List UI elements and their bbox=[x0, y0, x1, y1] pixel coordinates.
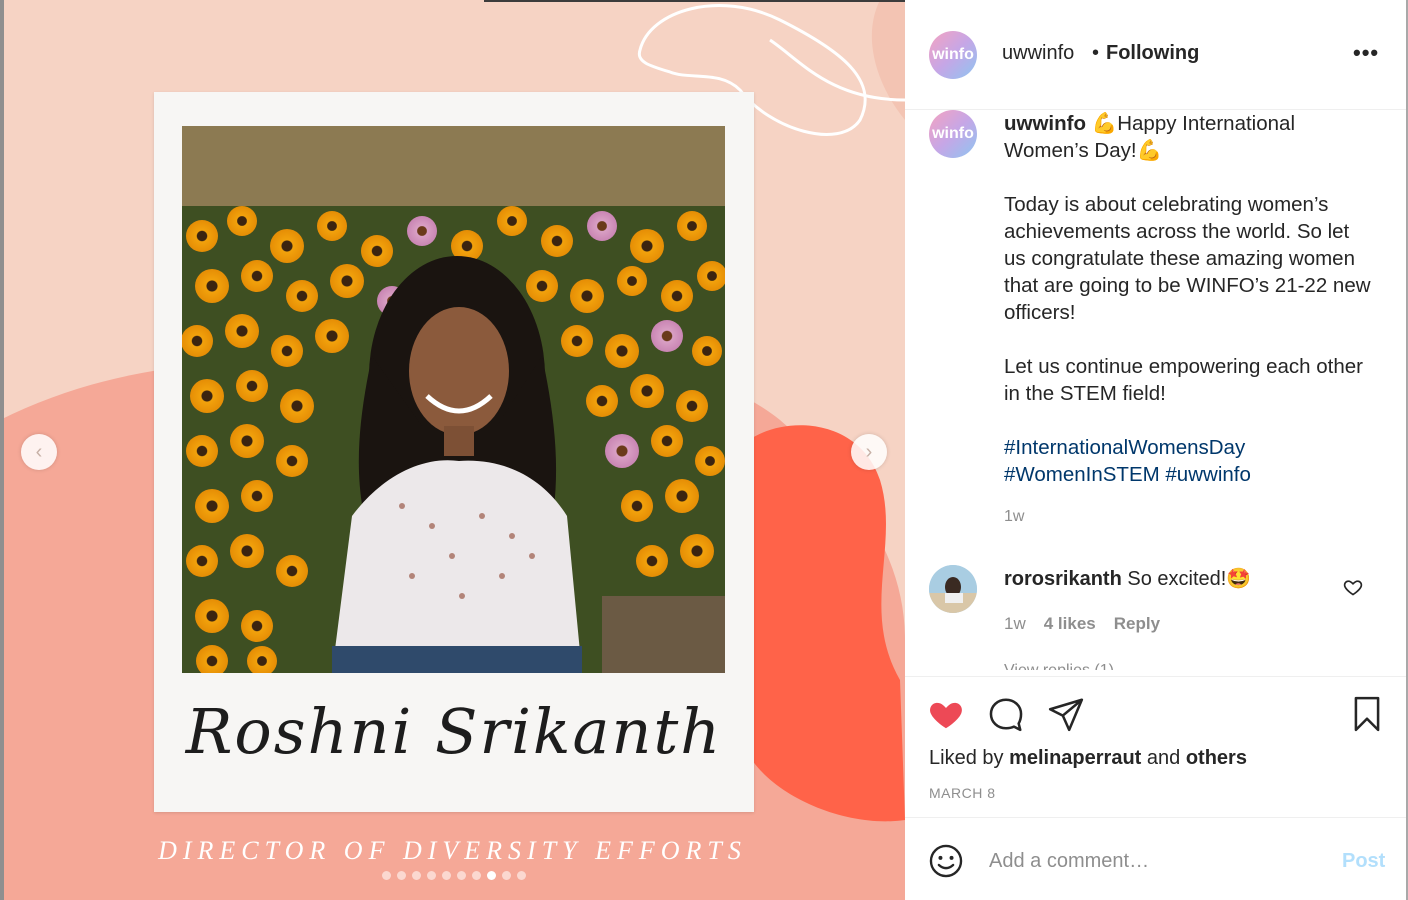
carousel-dot bbox=[472, 871, 481, 880]
bookmark-icon[interactable] bbox=[1348, 695, 1386, 733]
portrait-photo bbox=[182, 126, 725, 673]
separator-dot: • bbox=[1092, 42, 1100, 64]
hashtag-link[interactable]: #uwwinfo bbox=[1165, 463, 1250, 486]
carousel-prev-button[interactable]: ‹ bbox=[21, 434, 57, 470]
share-send-icon[interactable] bbox=[1047, 695, 1085, 733]
carousel-dot bbox=[397, 871, 406, 880]
comment-likes[interactable]: 4 likes bbox=[1044, 614, 1096, 634]
comment-meta: 1w 4 likes Reply bbox=[1004, 614, 1160, 634]
post-sidebar: winfo uwwinfo • Following ••• winfo uwwi… bbox=[905, 0, 1408, 900]
more-options-icon[interactable]: ••• bbox=[1353, 40, 1379, 66]
liked-by-text: Liked by melinaperraut and others bbox=[929, 747, 1247, 770]
emoji-icon[interactable] bbox=[927, 842, 965, 880]
comment-text: rorosrikanth So excited!🤩 bbox=[1004, 566, 1251, 591]
carousel-next-button[interactable]: › bbox=[851, 434, 887, 470]
comment-body: So excited!🤩 bbox=[1127, 568, 1252, 590]
comment-bubble-icon[interactable] bbox=[987, 695, 1025, 733]
avatar[interactable]: winfo bbox=[929, 31, 977, 79]
carousel-dot bbox=[427, 871, 436, 880]
post-button[interactable]: Post bbox=[1342, 850, 1385, 873]
carousel-dot bbox=[382, 871, 391, 880]
add-comment-bar: Post bbox=[905, 818, 1406, 900]
carousel-dot bbox=[442, 871, 451, 880]
carousel-dot bbox=[502, 871, 511, 880]
logo-text: winfo bbox=[932, 46, 974, 63]
caption-paragraph: Today is about celebrating women’s achie… bbox=[1004, 193, 1371, 324]
following-button[interactable]: Following bbox=[1106, 42, 1199, 65]
hashtag-link[interactable]: #InternationalWomensDay bbox=[1004, 436, 1245, 459]
action-bar: Liked by melinaperraut and others MARCH … bbox=[905, 676, 1406, 818]
header-username[interactable]: uwwinfo bbox=[1002, 42, 1074, 65]
signature-name: Roshni Srikanth bbox=[185, 695, 723, 768]
hashtag-link[interactable]: #WomenInSTEM bbox=[1004, 463, 1160, 486]
hashtags: #InternationalWomensDay #WomenInSTEM #uw… bbox=[1004, 434, 1374, 488]
caption-paragraph: Let us continue empowering each other in… bbox=[1004, 355, 1363, 405]
liked-by-user[interactable]: melinaperraut bbox=[1009, 747, 1141, 769]
heart-icon[interactable] bbox=[927, 695, 965, 733]
liked-by-prefix: Liked by bbox=[929, 747, 1004, 769]
carousel-dot bbox=[517, 871, 526, 880]
polaroid-frame: Roshni Srikanth bbox=[154, 92, 754, 812]
carousel-dot bbox=[412, 871, 421, 880]
chevron-left-icon: ‹ bbox=[35, 440, 43, 463]
post-date[interactable]: MARCH 8 bbox=[929, 785, 996, 801]
comment-item: rorosrikanth So excited!🤩 1w 4 likes Rep… bbox=[905, 560, 1406, 650]
carousel-dot bbox=[487, 871, 496, 880]
reply-button[interactable]: Reply bbox=[1114, 614, 1160, 634]
comments-scroll-area[interactable]: winfo uwwinfo 💪Happy International Women… bbox=[905, 110, 1406, 676]
liked-by-and: and bbox=[1146, 747, 1181, 769]
comment-time[interactable]: 1w bbox=[1004, 614, 1026, 634]
comment-input[interactable] bbox=[989, 844, 1319, 878]
view-replies-button[interactable]: View replies (1) bbox=[1004, 662, 1114, 670]
like-comment-heart-icon[interactable] bbox=[1343, 577, 1363, 597]
post-header: winfo uwwinfo • Following ••• bbox=[905, 0, 1406, 110]
caption-username[interactable]: uwwinfo bbox=[1004, 112, 1086, 135]
post-media: Roshni Srikanth DIRECTOR OF DIVERSITY EF… bbox=[0, 0, 905, 900]
commenter-username[interactable]: rorosrikanth bbox=[1004, 568, 1122, 590]
liked-by-others[interactable]: others bbox=[1186, 747, 1247, 769]
commenter-avatar[interactable] bbox=[929, 565, 977, 613]
logo-text: winfo bbox=[932, 125, 974, 142]
role-title: DIRECTOR OF DIVERSITY EFFORTS bbox=[158, 836, 747, 865]
carousel-dot bbox=[457, 871, 466, 880]
caption-text: uwwinfo 💪Happy International Women’s Day… bbox=[1004, 110, 1374, 515]
carousel-indicator bbox=[382, 871, 526, 880]
caption-avatar[interactable]: winfo bbox=[929, 110, 977, 158]
chevron-right-icon: › bbox=[865, 440, 873, 463]
caption-timestamp[interactable]: 1w bbox=[1004, 508, 1024, 526]
